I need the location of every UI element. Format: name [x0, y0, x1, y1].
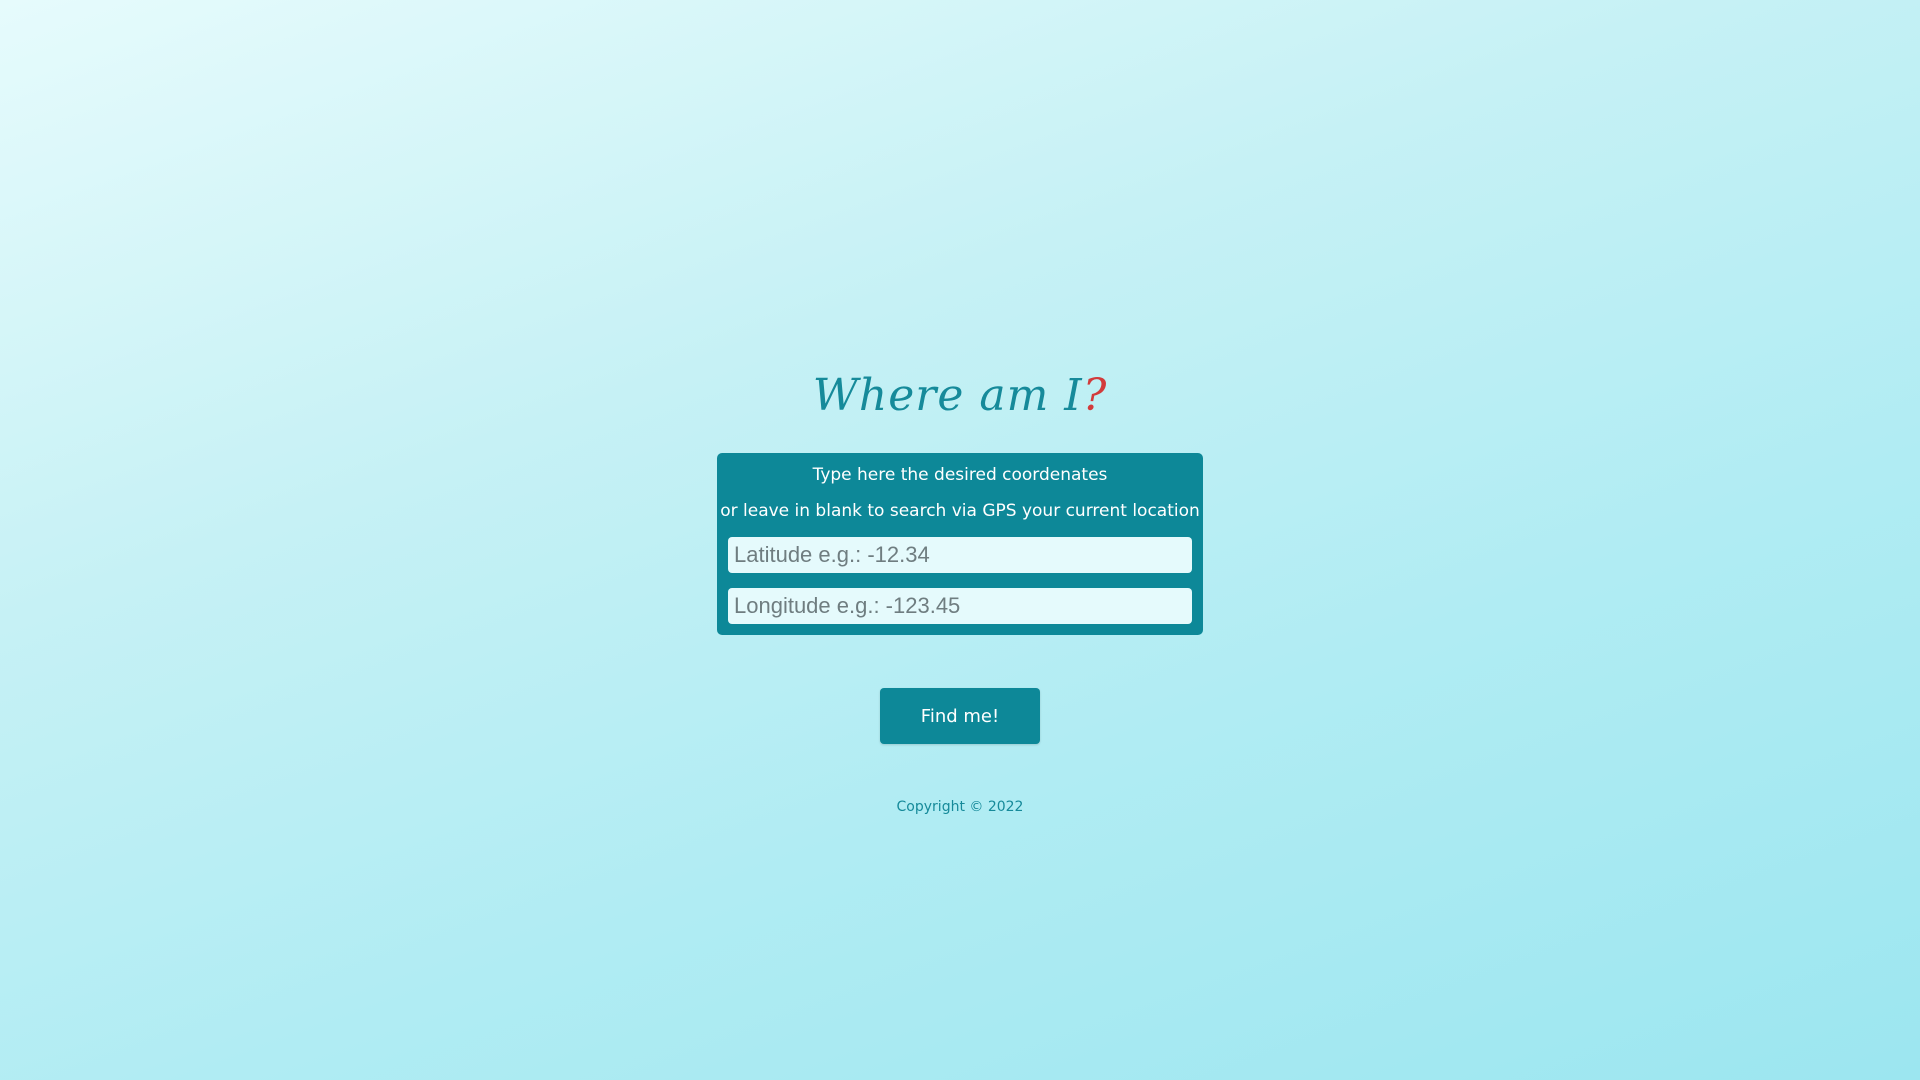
instruction-line-1: Type here the desired coordenates [812, 465, 1108, 485]
find-me-button[interactable]: Find me! [880, 688, 1040, 744]
page-title-text: Where am I [812, 370, 1083, 421]
copyright-footer: Copyright © 2022 [896, 799, 1024, 815]
longitude-input[interactable] [728, 588, 1192, 624]
page-title: Where am I? [0, 366, 1920, 426]
instruction-line-2: or leave in blank to search via GPS your… [720, 501, 1200, 521]
question-mark: ? [1082, 370, 1108, 421]
coordinates-panel: Type here the desired coordenates or lea… [717, 453, 1203, 635]
latitude-input[interactable] [728, 537, 1192, 573]
